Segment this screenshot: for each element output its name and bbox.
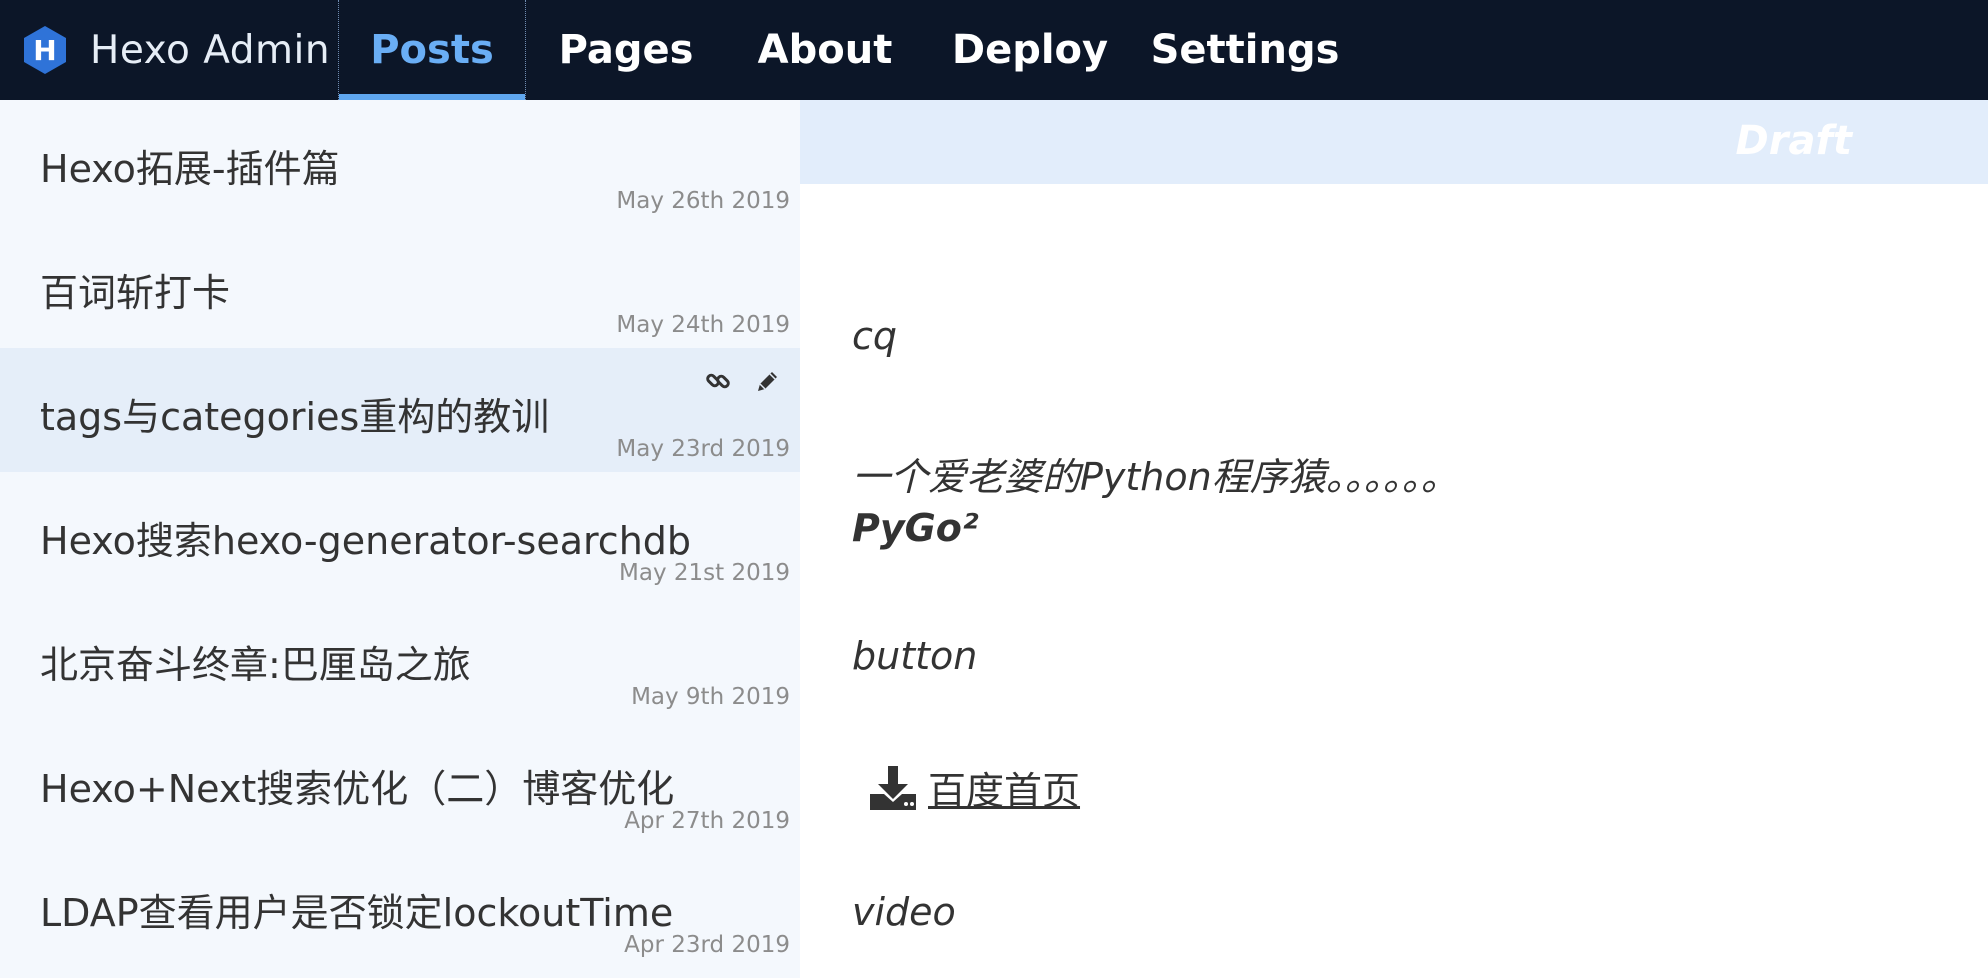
list-item[interactable]: Hexo搜索hexo-generator-searchdb May 21st 2… <box>0 472 800 596</box>
post-title: LDAP查看用户是否锁定lockoutTime <box>40 891 674 935</box>
preview-line-video: video <box>852 890 956 934</box>
post-title: 百词斩打卡 <box>40 271 231 315</box>
tab-settings-label: Settings <box>1150 27 1340 73</box>
tab-posts-label: Posts <box>370 27 494 73</box>
tab-about-label: About <box>757 27 893 73</box>
draft-status-bar: Draft <box>800 100 1988 184</box>
hexo-logo-icon: H <box>22 25 68 75</box>
svg-text:H: H <box>33 34 56 67</box>
tab-about[interactable]: About <box>726 0 924 100</box>
post-title: Hexo搜索hexo-generator-searchdb <box>40 519 692 563</box>
post-list: Hexo拓展-插件篇 May 26th 2019 百词斩打卡 May 24th … <box>0 100 800 978</box>
list-item[interactable]: Hexo拓展-插件篇 May 26th 2019 <box>0 100 800 224</box>
pencil-icon[interactable] <box>754 366 782 396</box>
post-date: May 24th 2019 <box>616 312 790 338</box>
top-navigation-bar: H Hexo Admin Posts Pages About Deploy Se… <box>0 0 1988 100</box>
list-item[interactable]: 北京奋斗终章:巴厘岛之旅 May 9th 2019 <box>0 596 800 720</box>
baidu-link-label: 百度首页 <box>928 769 1081 813</box>
link-icon[interactable] <box>704 366 732 396</box>
baidu-link[interactable]: 百度首页 <box>868 760 1080 815</box>
post-preview: Draft cq 一个爱老婆的Python程序猿。。。。。。 PyGo² but… <box>800 100 1988 978</box>
post-date: May 26th 2019 <box>616 188 790 214</box>
post-title: Hexo拓展-插件篇 <box>40 147 340 191</box>
preview-line-button: button <box>852 634 978 678</box>
list-item[interactable]: Hexo+Next搜索优化（二）博客优化 Apr 27th 2019 <box>0 720 800 844</box>
post-title: Hexo+Next搜索优化（二）博客优化 <box>40 767 675 811</box>
download-icon <box>868 764 918 812</box>
post-date: May 21st 2019 <box>619 560 790 586</box>
list-item-selected[interactable]: tags与categories重构的教训 May 23rd 2019 <box>0 348 800 472</box>
tab-pages-label: Pages <box>558 27 694 73</box>
tab-deploy[interactable]: Deploy <box>924 0 1136 100</box>
post-date: May 9th 2019 <box>631 684 790 710</box>
post-date: May 23rd 2019 <box>616 436 790 462</box>
tab-settings[interactable]: Settings <box>1136 0 1354 100</box>
brand[interactable]: H Hexo Admin <box>0 0 338 100</box>
preview-line-bio: 一个爱老婆的Python程序猿。。。。。。 <box>852 455 1459 499</box>
preview-line-cq: cq <box>852 314 898 358</box>
list-item[interactable]: 百词斩打卡 May 24th 2019 <box>0 224 800 348</box>
tab-posts[interactable]: Posts <box>338 0 526 100</box>
tab-deploy-label: Deploy <box>951 27 1109 73</box>
draft-badge: Draft <box>1735 118 1852 164</box>
post-title: 北京奋斗终章:巴厘岛之旅 <box>40 643 471 687</box>
list-item[interactable]: LDAP查看用户是否锁定lockoutTime Apr 23rd 2019 <box>0 844 800 968</box>
preview-line-name: PyGo² <box>852 506 979 550</box>
app-title: Hexo Admin <box>90 27 331 73</box>
tab-pages[interactable]: Pages <box>526 0 726 100</box>
post-title: tags与categories重构的教训 <box>40 395 550 439</box>
post-date: Apr 23rd 2019 <box>624 932 790 958</box>
post-actions <box>704 366 782 396</box>
post-date: Apr 27th 2019 <box>624 808 790 834</box>
